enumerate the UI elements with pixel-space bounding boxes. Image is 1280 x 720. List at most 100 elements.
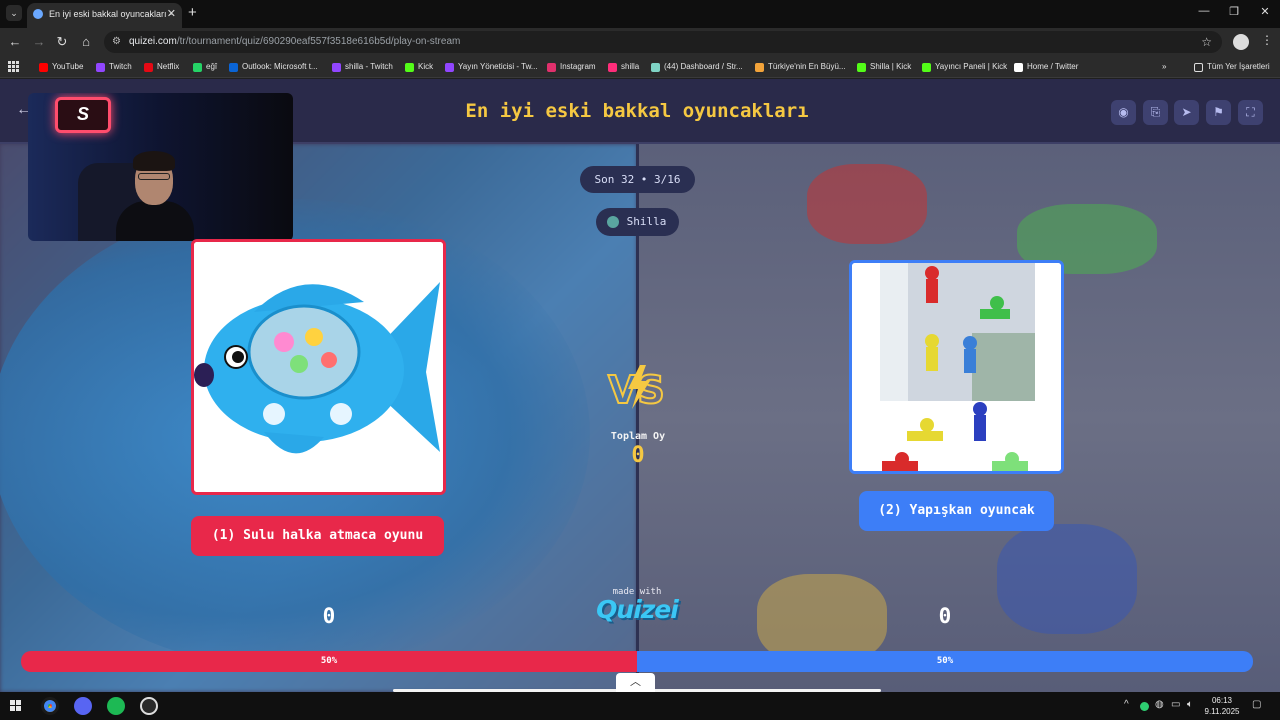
steam-icon[interactable]: ◍	[1155, 699, 1164, 710]
user-name: Shilla	[626, 215, 667, 228]
bookmark-label: Yayın Yöneticisi - Tw...	[458, 62, 538, 71]
bookmark-item[interactable]: YouTube	[39, 60, 83, 74]
option-right-votes: 0	[938, 604, 952, 628]
option-right-button[interactable]: (2) Yapışkan oyuncak	[859, 491, 1054, 531]
network-icon[interactable]: ▭	[1171, 699, 1180, 710]
quizei-logo: Quizei	[596, 595, 679, 624]
browser-tab[interactable]: En iyi eski bakkal oyuncakları - ✕	[27, 3, 182, 28]
apps-grid-icon[interactable]	[8, 61, 19, 72]
close-tab-icon[interactable]: ✕	[167, 3, 176, 25]
bookmark-label: (44) Dashboard / Str...	[664, 62, 743, 71]
streamer-logo: S	[55, 97, 111, 133]
tab-search-button[interactable]: ⌄	[6, 5, 22, 21]
option-right-image[interactable]	[849, 260, 1064, 474]
bookmark-item[interactable]: (44) Dashboard / Str...	[651, 60, 743, 74]
bookmark-label: Kick	[418, 62, 434, 71]
outlook-icon	[229, 63, 238, 72]
youtube-icon	[39, 63, 48, 72]
bookmark-item[interactable]: Yayın Yöneticisi - Tw...	[445, 60, 538, 74]
browser-menu-icon[interactable]: ⋮	[1261, 33, 1273, 47]
bookmark-item[interactable]: Shilla | Kick	[857, 60, 911, 74]
new-tab-button[interactable]: +	[188, 4, 197, 21]
streamer-webcam: S	[28, 93, 293, 241]
option-left-image[interactable]	[191, 239, 446, 495]
total-votes-value: 0	[631, 443, 645, 468]
bookmark-label: shilla	[621, 62, 640, 71]
eye-icon[interactable]: ◉	[1111, 100, 1136, 125]
url-path: /tr/tournament/quiz/690290eaf557f3518e61…	[176, 36, 461, 47]
bookmark-label: Yayıncı Paneli | Kick	[935, 62, 1008, 71]
versus-icon: VS	[607, 365, 666, 413]
volume-icon[interactable]: 🔈︎	[1187, 699, 1193, 710]
discord-icon[interactable]	[74, 697, 92, 715]
tab-title: En iyi eski bakkal oyuncakları -	[49, 9, 173, 19]
windows-start-icon[interactable]	[10, 700, 22, 712]
chevron-up-icon[interactable]: ︿	[616, 673, 655, 692]
close-window-icon[interactable]: ✕	[1255, 5, 1275, 18]
bookmark-item[interactable]: Twitch	[96, 60, 132, 74]
obs-icon[interactable]	[140, 697, 158, 715]
system-clock[interactable]: 06:13 9.11.2025	[1196, 695, 1248, 717]
option-left-percent-bar: 50%	[21, 651, 637, 672]
all-bookmarks-folder[interactable]: Tüm Yer İşaretleri	[1194, 60, 1270, 74]
bookmark-star-icon[interactable]: ☆	[1201, 31, 1212, 53]
reload-icon[interactable]: ↻	[53, 33, 71, 51]
round-indicator: Son 32 • 3/16	[580, 166, 695, 193]
browser-toolbar: ← → ↻ ⌂ ⚙ quizei.com/tr/tournament/quiz/…	[0, 28, 1280, 56]
fullscreen-icon[interactable]: ⛶	[1238, 100, 1263, 125]
bookmark-item[interactable]: Outlook: Microsoft t...	[229, 60, 318, 74]
bookmark-label: Shilla | Kick	[870, 62, 912, 71]
option-left-button[interactable]: (1) Sulu halka atmaca oyunu	[191, 516, 444, 556]
bookmark-item[interactable]: shilla - Twitch	[332, 60, 393, 74]
bookmark-label: YouTube	[52, 62, 84, 71]
twitch-icon	[445, 63, 454, 72]
kick-icon	[922, 63, 931, 72]
home-icon[interactable]: ⌂	[77, 33, 95, 51]
bookmark-label: Türkiye'nin En Büyü...	[768, 62, 846, 71]
twitch-icon	[96, 63, 105, 72]
back-icon[interactable]: ←	[6, 33, 24, 51]
user-badge: Shilla	[596, 208, 679, 236]
bookmarks-overflow-icon[interactable]: »	[1162, 60, 1166, 74]
water-ring-fish-toy-image	[194, 242, 443, 492]
instagram-icon	[547, 63, 556, 72]
bookmark-item[interactable]: Yayıncı Paneli | Kick	[922, 60, 1007, 74]
tab-favicon-icon	[33, 9, 43, 19]
bookmark-item[interactable]: eğî	[193, 60, 217, 74]
restore-icon[interactable]: ❐	[1224, 5, 1244, 18]
option-right-percent-bar: 50%	[637, 651, 1253, 672]
dashboard-icon	[651, 63, 660, 72]
profile-avatar[interactable]	[1233, 34, 1249, 50]
kick-icon	[405, 63, 414, 72]
tray-overflow-icon[interactable]: ^	[1124, 699, 1129, 710]
site-info-icon[interactable]: ⚙	[112, 31, 121, 53]
spotify-icon[interactable]	[107, 697, 125, 715]
send-icon[interactable]: ➤	[1174, 100, 1199, 125]
bookmark-item[interactable]: Home / Twitter	[1014, 60, 1078, 74]
notifications-icon[interactable]: ▢	[1252, 699, 1261, 710]
bookmark-label: eğî	[206, 62, 218, 71]
bookmark-item[interactable]: Instagram	[547, 60, 596, 74]
chrome-icon[interactable]	[41, 697, 59, 715]
bookmark-item[interactable]: Netflix	[144, 60, 179, 74]
twitch-icon	[332, 63, 341, 72]
flag-icon[interactable]: ⚑	[1206, 100, 1231, 125]
kick-icon	[857, 63, 866, 72]
url-host: quizei.com	[129, 36, 177, 47]
bookmark-label: Netflix	[157, 62, 180, 71]
total-votes-label: Toplam Oy	[610, 431, 666, 442]
sticky-climber-toy-image	[852, 263, 1061, 471]
share-icon[interactable]: ⎘	[1143, 100, 1168, 125]
option-left-votes: 0	[322, 604, 336, 628]
status-icon[interactable]	[1140, 702, 1149, 711]
minimize-icon[interactable]: —	[1194, 5, 1214, 17]
browser-tab-strip: ⌄ En iyi eski bakkal oyuncakları - ✕ + —…	[0, 0, 1280, 28]
bookmark-item[interactable]: shilla	[608, 60, 639, 74]
address-bar[interactable]: ⚙ quizei.com/tr/tournament/quiz/690290ea…	[104, 31, 1222, 53]
x-twitter-icon	[1014, 63, 1023, 72]
forward-icon[interactable]: →	[30, 33, 48, 51]
bookmark-label: Twitch	[109, 62, 132, 71]
bookmark-item[interactable]: Kick	[405, 60, 433, 74]
bookmark-item[interactable]: Türkiye'nin En Büyü...	[755, 60, 846, 74]
netflix-icon	[144, 63, 153, 72]
